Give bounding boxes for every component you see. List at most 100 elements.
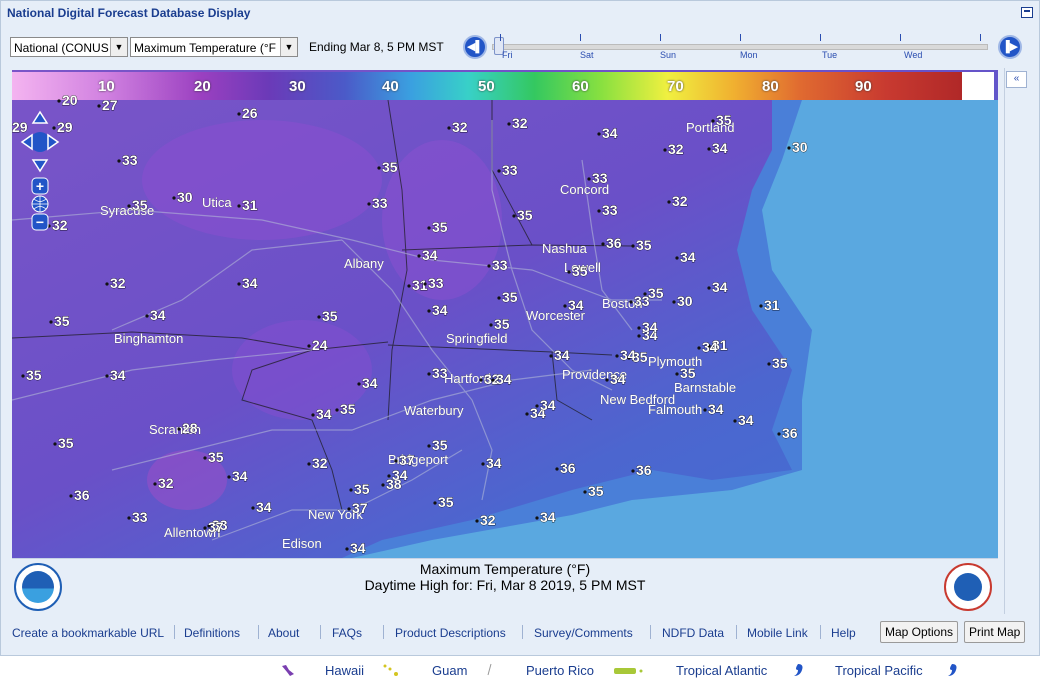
station-dot	[357, 382, 361, 386]
temperature-value: 35	[636, 237, 652, 253]
station-dot	[507, 122, 511, 126]
puerto-rico-link[interactable]: Puerto Rico	[526, 663, 594, 678]
temperature-value: 34	[150, 307, 166, 323]
temperature-value: 30	[677, 293, 693, 309]
definitions-link[interactable]: Definitions	[184, 626, 240, 640]
station-dot	[707, 286, 711, 290]
element-select[interactable]: Maximum Temperature (°F ▼	[130, 37, 298, 57]
temperature-value: 34	[486, 455, 502, 471]
minimize-icon[interactable]	[1021, 7, 1033, 18]
forecast-map[interactable]: 10 20 30 40 50 60 70 80 90 Syracuse Utica…	[12, 70, 998, 558]
station-dot	[153, 482, 157, 486]
temperature-value: 34	[680, 249, 696, 265]
region-select[interactable]: National (CONUS ▼	[10, 37, 128, 57]
map-navigation: + −	[20, 108, 64, 243]
city-label: Edison	[282, 536, 322, 551]
previous-icon[interactable]: ◀▌	[463, 35, 487, 59]
station-dot	[117, 159, 121, 163]
pan-left-icon[interactable]	[20, 133, 33, 151]
station-dot	[105, 374, 109, 378]
temperature-value: 32	[312, 455, 328, 471]
station-dot	[97, 104, 101, 108]
temperature-value: 20	[62, 92, 78, 108]
city-label: Albany	[344, 256, 384, 271]
temperature-value: 36	[606, 235, 622, 251]
pan-right-icon[interactable]	[47, 133, 60, 151]
map-caption: Maximum Temperature (°F) Daytime High fo…	[12, 558, 998, 615]
timeline-day: Fri	[502, 50, 513, 60]
temperature-value: 35	[58, 435, 74, 451]
pan-up-icon[interactable]	[31, 110, 49, 124]
temperature-value: 36	[560, 460, 576, 476]
city-label: Bridgeport	[388, 452, 448, 467]
station-dot	[567, 270, 571, 274]
temperature-value: 34	[232, 468, 248, 484]
station-dot	[663, 148, 667, 152]
city-label: Springfield	[446, 331, 507, 346]
station-dot	[491, 378, 495, 382]
chevron-down-icon: ▼	[280, 38, 297, 56]
collapse-icon[interactable]: «	[1006, 71, 1027, 88]
station-dot	[675, 372, 679, 376]
pan-down-icon[interactable]	[31, 159, 49, 173]
mobile-link[interactable]: Mobile Link	[747, 626, 808, 640]
station-dot	[535, 516, 539, 520]
print-map-button[interactable]: Print Map	[964, 621, 1026, 643]
temperature-value: 32	[672, 193, 688, 209]
temperature-value: 35	[432, 219, 448, 235]
guam-icon	[484, 663, 494, 677]
temperature-value: 34	[496, 371, 512, 387]
station-dot	[475, 519, 479, 523]
guam-link[interactable]: Guam	[432, 663, 467, 678]
temperature-value: 34	[540, 509, 556, 525]
station-dot	[237, 282, 241, 286]
temperature-value: 35	[716, 112, 732, 128]
time-slider[interactable]: Fri Sat Sun Mon Tue Wed	[490, 34, 990, 60]
station-dot	[512, 214, 516, 218]
temperature-value: 27	[102, 97, 118, 113]
nws-logo-icon	[944, 563, 992, 611]
temperature-value: 31	[764, 297, 780, 313]
station-dot	[427, 309, 431, 313]
hawaii-link[interactable]: Hawaii	[325, 663, 364, 678]
about-link[interactable]: About	[268, 626, 299, 640]
station-dot	[237, 204, 241, 208]
temperature-value: 35	[438, 494, 454, 510]
faqs-link[interactable]: FAQs	[332, 626, 362, 640]
station-dot	[311, 413, 315, 417]
hawaii-icon	[280, 663, 296, 677]
map-options-button[interactable]: Map Options	[880, 621, 959, 643]
station-dot	[69, 494, 73, 498]
station-dot	[767, 362, 771, 366]
right-sidebar	[1004, 68, 1031, 614]
timeline-day: Sat	[580, 50, 594, 60]
temperature-value: 36	[782, 425, 798, 441]
temperature-value: 30	[792, 139, 808, 155]
station-dot	[381, 483, 385, 487]
tropical-atlantic-link[interactable]: Tropical Atlantic	[676, 663, 767, 678]
tropical-pacific-link[interactable]: Tropical Pacific	[835, 663, 923, 678]
station-dot	[407, 284, 411, 288]
product-descriptions-link[interactable]: Product Descriptions	[395, 626, 506, 640]
station-dot	[367, 202, 371, 206]
station-dot	[427, 444, 431, 448]
station-dot	[317, 315, 321, 319]
station-dot	[525, 412, 529, 416]
station-dot	[597, 132, 601, 136]
hurricane-icon	[790, 662, 806, 678]
temperature-value: 35	[588, 483, 604, 499]
help-link[interactable]: Help	[831, 626, 856, 640]
station-dot	[417, 254, 421, 258]
temperature-value: 34	[362, 375, 378, 391]
temperature-value: 33	[602, 202, 618, 218]
temperature-value: 35	[517, 207, 533, 223]
temperature-value: 32	[668, 141, 684, 157]
bookmark-link[interactable]: Create a bookmarkable URL	[12, 626, 164, 640]
pan-icon[interactable]	[30, 132, 50, 152]
element-select-value: Maximum Temperature (°F	[134, 41, 276, 55]
station-dot	[703, 408, 707, 412]
survey-link[interactable]: Survey/Comments	[534, 626, 633, 640]
next-icon[interactable]: ▐▶	[998, 35, 1022, 59]
ndfd-data-link[interactable]: NDFD Data	[662, 626, 724, 640]
panel-title: National Digital Forecast Database Displ…	[7, 6, 251, 20]
